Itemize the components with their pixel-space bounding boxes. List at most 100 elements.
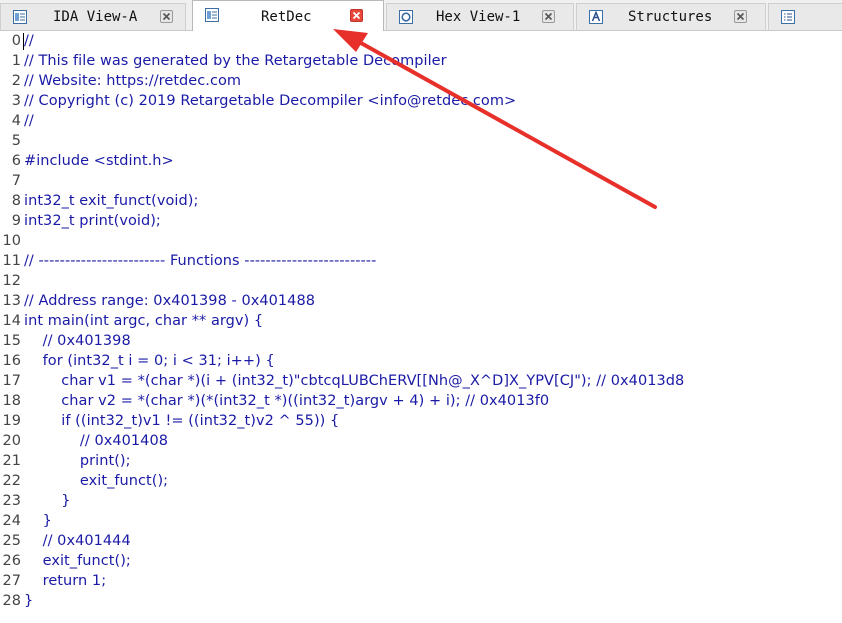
code-text: // Address range: 0x401398 - 0x401488 xyxy=(24,293,316,309)
line-number: 13 xyxy=(2,293,21,309)
tab-label: Hex View-1 xyxy=(436,9,521,25)
retdec-icon xyxy=(205,7,219,22)
line-number: 6 xyxy=(11,153,21,169)
line-number: 12 xyxy=(2,273,21,289)
line-number: 4 xyxy=(11,113,21,129)
code-text: // ------------------------ Functions --… xyxy=(24,253,377,269)
tab-hex-view-1[interactable]: Hex View-1 xyxy=(386,3,574,30)
line-number: 7 xyxy=(11,173,21,189)
line-number: 20 xyxy=(2,433,21,449)
code-line: 17 char v1 = *(char *)(i + (int32_t)"cbt… xyxy=(0,371,842,391)
code-text: // Copyright (c) 2019 Retargetable Decom… xyxy=(24,93,517,109)
tab-retdec[interactable]: RetDec xyxy=(192,0,384,31)
code-line: 4// xyxy=(0,111,842,131)
line-number: 24 xyxy=(2,513,21,529)
code-line: 22 exit_funct(); xyxy=(0,471,842,491)
line-number: 25 xyxy=(2,533,21,549)
code-line: 15 // 0x401398 xyxy=(0,331,842,351)
code-text: } xyxy=(24,593,34,609)
line-number: 16 xyxy=(2,353,21,369)
code-text: } xyxy=(24,513,52,529)
line-number: 14 xyxy=(2,313,21,329)
code-line: 23 } xyxy=(0,491,842,511)
code-text: int32_t print(void); xyxy=(24,213,161,229)
code-line: 9 int32_t print(void); xyxy=(0,211,842,231)
code-text: // 0x401444 xyxy=(24,533,131,549)
tab-enums[interactable] xyxy=(768,3,842,30)
code-line: 11// ------------------------ Functions … xyxy=(0,251,842,271)
line-number: 11 xyxy=(2,253,21,269)
line-number: 27 xyxy=(2,573,21,589)
line-number: 10 xyxy=(2,233,21,249)
close-icon[interactable] xyxy=(734,10,747,23)
code-line: 2// Website: https://retdec.com xyxy=(0,71,842,91)
code-text: int main(int argc, char ** argv) { xyxy=(24,313,264,329)
code-text: for (int32_t i = 0; i < 31; i++) { xyxy=(24,353,275,369)
code-line: 14 int main(int argc, char ** argv) { xyxy=(0,311,842,331)
line-number: 22 xyxy=(2,473,21,489)
line-number: 8 xyxy=(11,193,21,209)
code-line: 27 return 1; xyxy=(0,571,842,591)
code-text: exit_funct(); xyxy=(24,473,169,489)
code-line: 6 #include <stdint.h> xyxy=(0,151,842,171)
code-line: 12 xyxy=(0,271,842,291)
code-text: // xyxy=(24,33,34,49)
code-line: 25 // 0x401444 xyxy=(0,531,842,551)
code-line: 19 if ((int32_t)v1 != ((int32_t)v2 ^ 55)… xyxy=(0,411,842,431)
line-number: 5 xyxy=(11,133,21,149)
line-number: 2 xyxy=(11,73,21,89)
code-text: exit_funct(); xyxy=(24,553,131,569)
ida-view-icon xyxy=(13,9,27,24)
tab-structures[interactable]: Structures xyxy=(576,3,766,30)
code-line: 21 print(); xyxy=(0,451,842,471)
code-line: 10 xyxy=(0,231,842,251)
code-text: int32_t exit_funct(void); xyxy=(24,193,199,209)
code-text: char v1 = *(char *)(i + (int32_t)"cbtcqL… xyxy=(24,373,685,389)
tab-ida-view-a[interactable]: IDA View-A xyxy=(0,3,186,30)
code-text: print(); xyxy=(24,453,131,469)
close-icon[interactable] xyxy=(160,10,173,23)
code-line: 20 // 0x401408 xyxy=(0,431,842,451)
code-text: // Website: https://retdec.com xyxy=(24,73,242,89)
text-cursor xyxy=(23,33,24,50)
code-text: if ((int32_t)v1 != ((int32_t)v2 ^ 55)) { xyxy=(24,413,340,429)
code-line: 16 for (int32_t i = 0; i < 31; i++) { xyxy=(0,351,842,371)
line-number: 9 xyxy=(11,213,21,229)
line-number: 23 xyxy=(2,493,21,509)
code-line: 18 char v2 = *(char *)(*(int32_t *)((int… xyxy=(0,391,842,411)
code-line: 28} xyxy=(0,591,842,611)
line-number: 0 xyxy=(11,33,21,49)
code-line: 8 int32_t exit_funct(void); xyxy=(0,191,842,211)
line-number: 17 xyxy=(2,373,21,389)
code-text: return 1; xyxy=(24,573,107,589)
code-text: // 0x401408 xyxy=(24,433,168,449)
tab-label: IDA View-A xyxy=(53,9,138,25)
code-text: char v2 = *(char *)(*(int32_t *)((int32_… xyxy=(24,393,550,409)
close-icon[interactable] xyxy=(350,9,363,22)
code-line: 0// xyxy=(0,31,842,51)
line-number: 1 xyxy=(11,53,21,69)
tab-label: RetDec xyxy=(261,9,312,25)
code-text: // xyxy=(24,113,34,129)
decompiler-code-view[interactable]: 0//1// This file was generated by the Re… xyxy=(0,31,842,623)
line-number: 26 xyxy=(2,553,21,569)
code-line: 7 xyxy=(0,171,842,191)
code-text: // 0x401398 xyxy=(24,333,131,349)
line-number: 18 xyxy=(2,393,21,409)
structures-icon xyxy=(589,9,603,24)
close-icon[interactable] xyxy=(542,10,555,23)
line-number: 19 xyxy=(2,413,21,429)
line-number: 21 xyxy=(2,453,21,469)
code-line: 3// Copyright (c) 2019 Retargetable Deco… xyxy=(0,91,842,111)
tab-label: Structures xyxy=(628,9,713,25)
code-line: 26 exit_funct(); xyxy=(0,551,842,571)
code-text: #include <stdint.h> xyxy=(24,153,174,169)
code-line: 1// This file was generated by the Retar… xyxy=(0,51,842,71)
code-line: 13// Address range: 0x401398 - 0x401488 xyxy=(0,291,842,311)
code-text: // This file was generated by the Retarg… xyxy=(24,53,447,69)
tab-bar: IDA View-A RetDec Hex View-1 Structures xyxy=(0,0,842,31)
code-line: 24 } xyxy=(0,511,842,531)
code-text: } xyxy=(24,493,71,509)
line-number: 28 xyxy=(2,593,21,609)
hex-view-icon xyxy=(399,9,413,24)
